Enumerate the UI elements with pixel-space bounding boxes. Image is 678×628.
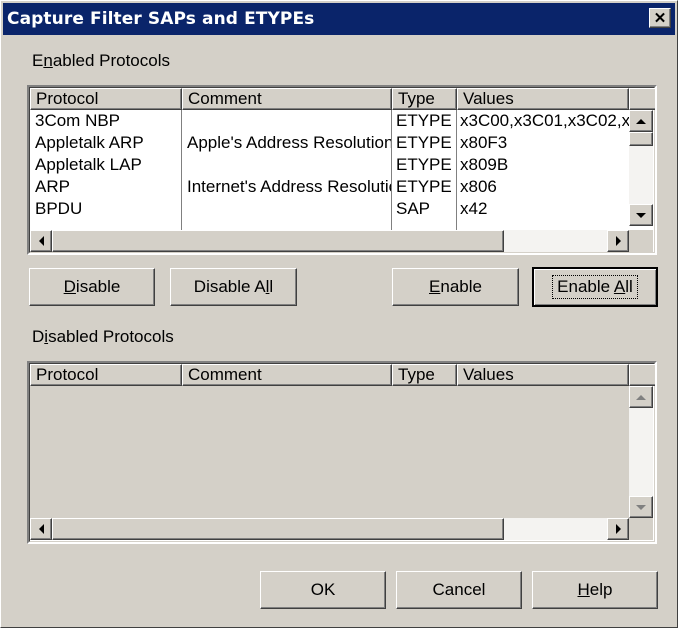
column-header-values[interactable]: Values — [457, 364, 629, 386]
arrow-left-icon — [38, 236, 44, 246]
table-row[interactable]: 3Com NBP ETYPE x3C00,x3C01,x3C02,x — [30, 110, 629, 132]
cell-protocol: Appletalk ARP — [35, 133, 144, 152]
arrow-down-icon — [636, 504, 646, 510]
column-separator — [456, 110, 457, 230]
header-filler — [629, 88, 655, 110]
scrollbar-corner — [629, 518, 653, 540]
cell-values: x806 — [460, 177, 497, 196]
column-separator — [391, 110, 392, 230]
scroll-right-button[interactable] — [607, 230, 629, 252]
cell-type: ETYPE — [396, 155, 452, 174]
enabled-list-header: Protocol Comment Type Values — [30, 88, 655, 110]
arrow-right-icon — [615, 236, 621, 246]
scroll-down-button[interactable] — [629, 204, 653, 226]
enabled-horizontal-scrollbar[interactable] — [30, 230, 629, 252]
cancel-button[interactable]: Cancel — [396, 571, 522, 609]
cell-protocol: Appletalk LAP — [35, 155, 142, 174]
cell-type: ETYPE — [396, 177, 452, 196]
cell-values: x42 — [460, 199, 488, 218]
table-row[interactable]: Appletalk ARP Apple's Address Resolution E… — [30, 132, 629, 154]
enable-all-button[interactable]: Enable All — [532, 267, 658, 307]
cell-comment — [182, 198, 392, 220]
cell-type: ETYPE — [396, 133, 452, 152]
scroll-thumb[interactable] — [629, 132, 653, 146]
window-title: Capture Filter SAPs and ETYPEs — [7, 9, 315, 29]
column-header-type[interactable]: Type — [392, 364, 457, 386]
column-header-comment[interactable]: Comment — [182, 88, 392, 110]
column-header-values[interactable]: Values — [457, 88, 629, 110]
dialog-window: Capture Filter SAPs and ETYPEs ✕ Enabled… — [0, 0, 678, 628]
help-button[interactable]: Help — [532, 571, 658, 609]
arrow-right-icon — [615, 524, 621, 534]
scroll-up-button[interactable] — [629, 110, 653, 132]
enabled-rows: 3Com NBP ETYPE x3C00,x3C01,x3C02,x Appletal… — [30, 110, 629, 230]
table-row[interactable]: ARP Internet's Address Resolution ETYPE x80… — [30, 176, 629, 198]
enabled-protocols-label: Enabled Protocols — [32, 51, 170, 70]
column-header-type[interactable]: Type — [392, 88, 457, 110]
arrow-down-icon — [636, 212, 646, 218]
disabled-rows — [30, 386, 629, 518]
scrollbar-corner — [629, 230, 653, 252]
hscroll-thumb[interactable] — [52, 230, 504, 252]
title-bar[interactable]: Capture Filter SAPs and ETYPEs ✕ — [3, 3, 675, 35]
table-row[interactable]: BPDU SAP x42 — [30, 198, 629, 220]
scroll-track — [629, 408, 653, 496]
arrow-left-icon — [38, 524, 44, 534]
cell-values: x3C00,x3C01,x3C02,x — [460, 111, 629, 130]
disabled-vertical-scrollbar[interactable] — [629, 386, 653, 518]
column-header-protocol[interactable]: Protocol — [30, 88, 182, 110]
cell-type: ETYPE — [396, 111, 452, 130]
cell-protocol: 3Com NBP — [35, 111, 121, 130]
ok-button[interactable]: OK — [260, 571, 386, 609]
cell-comment: Apple's Address Resolution — [187, 133, 392, 152]
cell-comment: Internet's Address Resolution — [187, 177, 392, 196]
scroll-up-button[interactable] — [629, 386, 653, 408]
enabled-vertical-scrollbar[interactable] — [629, 110, 653, 226]
cell-type: SAP — [396, 199, 431, 218]
arrow-up-icon — [636, 118, 646, 124]
disable-all-button[interactable]: Disable All — [170, 268, 297, 306]
table-row[interactable]: Appletalk LAP ETYPE x809B — [30, 154, 629, 176]
scroll-left-button[interactable] — [30, 518, 52, 540]
disabled-list-header: Protocol Comment Type Values — [30, 364, 655, 386]
cell-protocol: BPDU — [35, 199, 83, 218]
cell-values: x80F3 — [460, 133, 508, 152]
cell-protocol: ARP — [35, 177, 70, 196]
column-separator — [181, 110, 182, 230]
column-header-protocol[interactable]: Protocol — [30, 364, 182, 386]
arrow-up-icon — [636, 394, 646, 400]
hscroll-thumb[interactable] — [52, 518, 504, 540]
disabled-horizontal-scrollbar[interactable] — [30, 518, 629, 540]
cell-comment — [182, 110, 392, 132]
close-button[interactable]: ✕ — [649, 8, 671, 28]
disabled-protocols-list[interactable]: Protocol Comment Type Values — [27, 361, 657, 544]
scroll-left-button[interactable] — [30, 230, 52, 252]
disable-button[interactable]: Disable — [29, 268, 155, 306]
header-filler — [629, 364, 655, 386]
cell-values: x809B — [460, 155, 509, 174]
close-icon: ✕ — [653, 9, 667, 27]
enabled-protocols-list[interactable]: Protocol Comment Type Values 3Com NBP ETY… — [27, 85, 657, 255]
scroll-right-button[interactable] — [607, 518, 629, 540]
disabled-protocols-label: Disabled Protocols — [32, 327, 174, 346]
cell-comment — [182, 154, 392, 176]
scroll-down-button[interactable] — [629, 496, 653, 518]
enable-button[interactable]: Enable — [392, 268, 519, 306]
column-header-comment[interactable]: Comment — [182, 364, 392, 386]
